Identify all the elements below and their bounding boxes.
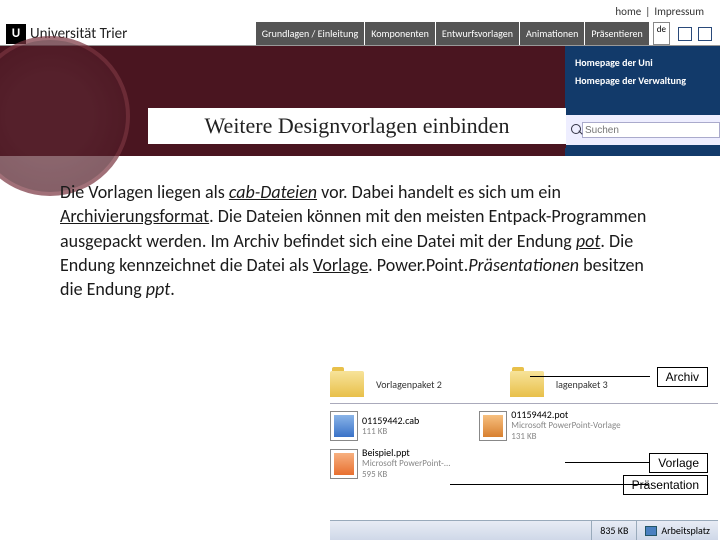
callout-line	[450, 484, 648, 485]
tab-komponenten[interactable]: Komponenten	[365, 22, 435, 45]
link-homepage-verwaltung[interactable]: Homepage der Verwaltung	[575, 72, 710, 90]
folder-icon[interactable]	[698, 27, 712, 41]
folder-icon	[330, 371, 364, 397]
callout-archiv: Archiv	[657, 367, 708, 387]
explorer-statusbar: 835 KB Arbeitsplatz	[330, 520, 718, 540]
nav-tabs: Grundlagen / Einleitung Komponenten Entw…	[256, 22, 670, 45]
language-selector[interactable]: de	[653, 22, 670, 45]
status-size: 835 KB	[591, 521, 636, 540]
page-title: Weitere Designvorlagen einbinden	[148, 108, 566, 148]
file-explorer-snippet: Vorlagenpaket 2 lagenpaket 3 01159442.ca…	[330, 365, 718, 483]
tool-icons	[670, 27, 720, 41]
home-link[interactable]: home	[615, 5, 641, 18]
sitemap-icon[interactable]	[678, 27, 692, 41]
folder-label[interactable]: lagenpaket 3	[556, 378, 608, 391]
term-pot: pot	[576, 230, 601, 252]
term-praesentationen: Präsentationen	[468, 254, 579, 276]
tab-animationen[interactable]: Animationen	[520, 22, 584, 45]
search-input[interactable]	[582, 122, 720, 138]
callout-praesentation: Präsentation	[623, 475, 708, 495]
header-row: U Universität Trier Grundlagen / Einleit…	[0, 22, 720, 46]
file-item[interactable]: Beispiel.ppt Microsoft PowerPoint-... 59…	[362, 447, 451, 481]
status-location: Arbeitsplatz	[636, 521, 718, 540]
term-cab: cab-Dateien	[229, 181, 317, 203]
file-item[interactable]: 01159442.pot Microsoft PowerPoint-Vorlag…	[511, 409, 620, 443]
search-bar	[565, 115, 720, 145]
tab-entwurfsvorlagen[interactable]: Entwurfsvorlagen	[436, 22, 519, 45]
term-ppt: ppt	[146, 278, 170, 300]
impressum-link[interactable]: Impressum	[654, 5, 704, 18]
tab-praesentieren[interactable]: Präsentieren	[585, 22, 648, 45]
cab-file-icon	[330, 411, 358, 441]
tab-grundlagen[interactable]: Grundlagen / Einleitung	[256, 22, 364, 45]
pot-file-icon	[479, 411, 507, 441]
callout-vorlage: Vorlage	[649, 453, 708, 473]
file-item[interactable]: 01159442.cab 111 KB	[362, 415, 419, 438]
term-vorlage: Vorlage	[313, 254, 368, 276]
callout-line	[530, 376, 650, 377]
ppt-file-icon	[330, 449, 358, 479]
body-text: Die Vorlagen liegen als cab-Dateien vor.…	[60, 180, 665, 301]
folder-label[interactable]: Vorlagenpaket 2	[376, 378, 442, 391]
link-homepage-uni[interactable]: Homepage der Uni	[575, 54, 710, 72]
callout-line	[565, 462, 650, 463]
monitor-icon	[645, 526, 657, 536]
university-seal-icon	[0, 36, 130, 196]
divider	[330, 403, 718, 404]
search-icon	[569, 122, 578, 138]
top-utility-bar: home | Impressum	[0, 0, 720, 22]
folder-icon	[510, 371, 544, 397]
term-archivformat: Archivierungsformat	[60, 205, 209, 227]
separator: |	[645, 5, 650, 18]
